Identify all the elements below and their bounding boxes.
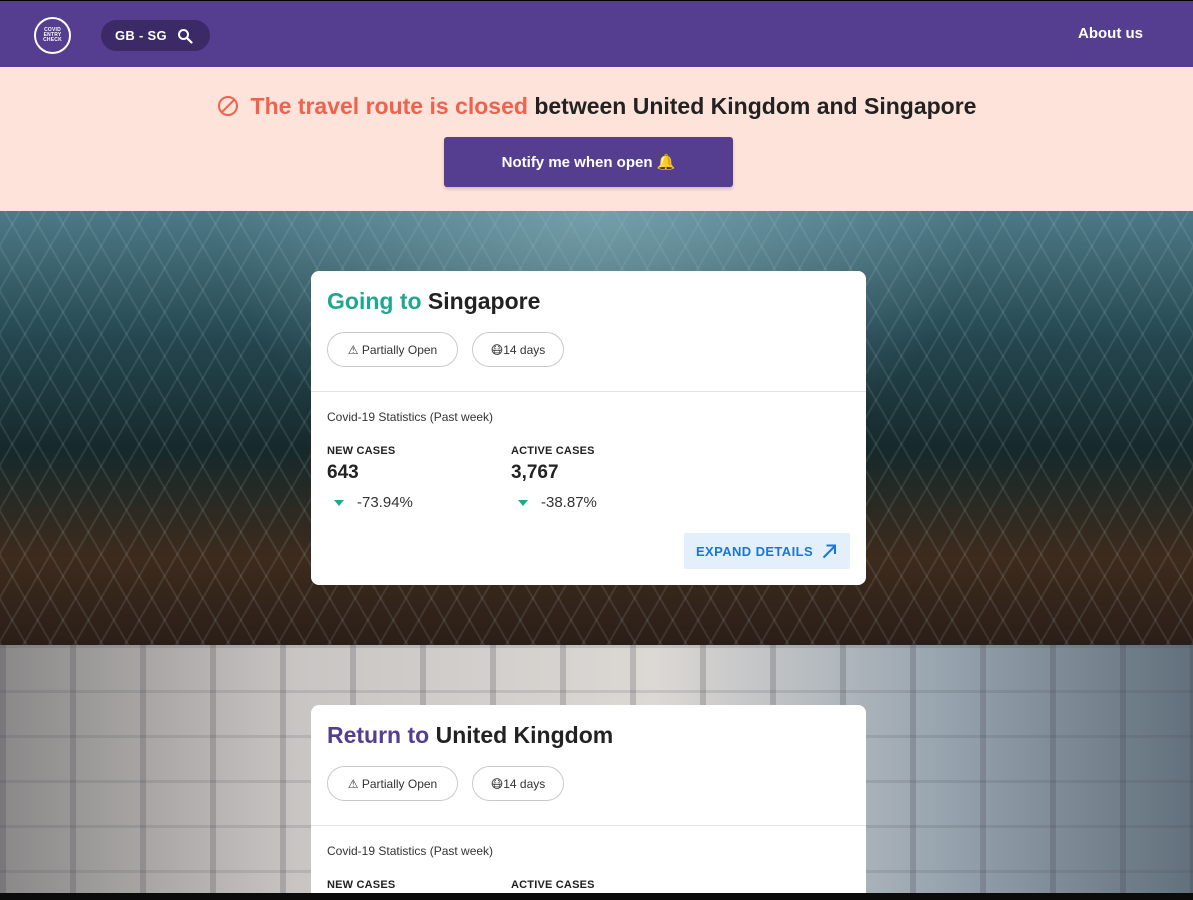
logo-text: COVID ENTRY CHECK — [43, 27, 62, 43]
new-cases-label: NEW CASES — [327, 879, 396, 891]
return-to-title: Return to United Kingdom — [327, 722, 613, 749]
quarantine-days-tag[interactable]: 😷14 days — [472, 332, 564, 367]
new-cases-stat: NEW CASES 643 -73.94% — [327, 445, 497, 511]
new-cases-change-value: -73.94% — [357, 494, 413, 511]
route-status-banner: The travel route is closed between Unite… — [0, 67, 1193, 211]
top-navbar: COVID ENTRY CHECK GB - SG About us — [0, 1, 1193, 67]
route-label: GB - SG — [115, 28, 167, 43]
route-detail-text: between United Kingdom and Singapore — [534, 93, 977, 119]
stats-label: Covid-19 Statistics (Past week) — [327, 410, 494, 424]
new-cases-stat: NEW CASES — [327, 879, 497, 891]
about-us-link[interactable]: About us — [1078, 25, 1143, 42]
going-to-title: Going to Singapore — [327, 288, 540, 315]
return-to-card: Return to United Kingdom ⚠ Partially Ope… — [311, 705, 866, 900]
active-cases-change-value: -38.87% — [541, 494, 597, 511]
active-cases-stat: ACTIVE CASES 3,767 -38.87% — [511, 445, 681, 511]
expand-details-label: EXPAND DETAILS — [695, 543, 814, 559]
partially-open-tag[interactable]: ⚠ Partially Open — [327, 332, 458, 367]
new-cases-label: NEW CASES — [327, 445, 396, 457]
stats-label: Covid-19 Statistics (Past week) — [327, 844, 494, 858]
home-country-name: United Kingdom — [435, 722, 614, 748]
expand-details-button[interactable]: EXPAND DETAILS — [684, 533, 850, 569]
destination-name: Singapore — [427, 288, 541, 314]
active-cases-label: ACTIVE CASES — [511, 879, 595, 891]
partially-open-tag[interactable]: ⚠ Partially Open — [327, 766, 458, 801]
route-search-button[interactable]: GB - SG — [101, 20, 210, 51]
card-divider — [311, 825, 866, 826]
new-cases-change: -73.94% — [327, 494, 497, 511]
quarantine-days-tag[interactable]: 😷14 days — [472, 766, 564, 801]
active-cases-stat: ACTIVE CASES — [511, 879, 681, 891]
ban-icon — [217, 96, 238, 116]
notify-me-button[interactable]: Notify me when open 🔔 — [444, 137, 733, 187]
route-closed-text: The travel route is closed — [250, 93, 528, 119]
search-icon — [177, 28, 193, 44]
active-cases-change: -38.87% — [511, 494, 681, 511]
new-cases-value: 643 — [327, 462, 359, 483]
active-cases-value: 3,767 — [511, 462, 559, 483]
going-to-card: Going to Singapore ⚠ Partially Open 😷14 … — [311, 271, 866, 585]
arrow-up-right-icon — [822, 544, 837, 558]
window-bottom-edge — [0, 893, 1193, 900]
site-logo[interactable]: COVID ENTRY CHECK — [34, 17, 71, 54]
going-to-prefix: Going to — [327, 288, 422, 314]
decrease-arrow-icon — [334, 499, 344, 506]
decrease-arrow-icon — [518, 499, 528, 506]
active-cases-label: ACTIVE CASES — [511, 445, 595, 457]
route-status-message: The travel route is closed between Unite… — [0, 93, 1193, 120]
return-to-prefix: Return to — [327, 722, 430, 748]
card-divider — [311, 391, 866, 392]
